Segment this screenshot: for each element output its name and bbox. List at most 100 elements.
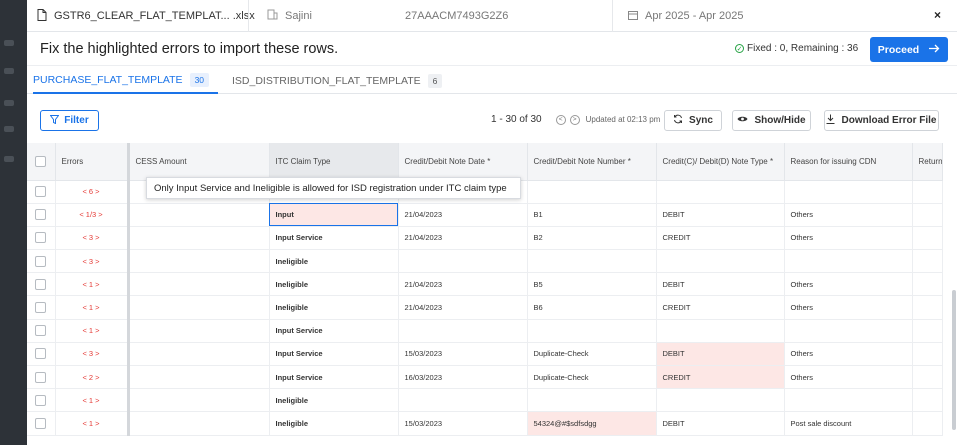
table-cell[interactable] [912,319,943,343]
table-row[interactable]: < 3 > Input Service 21/04/2023 B2 CREDIT Othe… [27,226,943,251]
table-cell[interactable] [656,319,785,343]
row-select-cell[interactable] [27,226,56,251]
table-cell[interactable]: 15/03/2023 [398,411,528,436]
table-cell[interactable] [912,411,943,436]
table-cell[interactable]: Others [784,203,913,227]
column-header[interactable]: Reason for issuing CDN [784,143,913,181]
row-select-cell[interactable] [27,411,56,436]
row-checkbox[interactable] [35,325,47,337]
table-cell[interactable] [128,365,270,390]
table-cell[interactable]: Ineligible [269,388,399,413]
table-row[interactable]: < 1 > Ineligible 15/03/2023 54324@#$sdfsdgg… [27,411,943,436]
error-count-nav[interactable]: < 1 > [55,295,130,320]
column-header[interactable]: ITC Claim Type [269,143,399,181]
column-header[interactable]: Errors [55,143,130,181]
column-header[interactable]: Credit(C)/ Debit(D) Note Type * [656,143,785,181]
row-checkbox[interactable] [35,394,47,406]
table-row[interactable]: < 2 > Input Service 16/03/2023 Duplicate-Ch… [27,365,943,390]
filter-button[interactable]: Filter [40,110,99,131]
table-cell[interactable]: Others [784,342,913,367]
table-cell[interactable] [912,388,943,413]
table-cell[interactable]: Others [784,226,913,251]
table-cell[interactable] [398,388,528,413]
row-select-cell[interactable] [27,319,56,343]
error-count-nav[interactable]: < 2 > [55,365,130,390]
table-cell[interactable]: B5 [527,272,657,297]
row-checkbox[interactable] [35,348,47,360]
table-cell[interactable]: CREDIT [656,365,785,390]
table-cell[interactable] [784,180,913,204]
row-checkbox[interactable] [35,371,47,383]
error-count-nav[interactable]: < 3 > [55,226,130,251]
row-checkbox[interactable] [35,278,47,290]
table-cell[interactable] [128,388,270,413]
table-cell[interactable]: 54324@#$sdfsdgg [527,411,657,436]
column-header[interactable]: CESS Amount [128,143,270,181]
table-cell[interactable]: 21/04/2023 [398,272,528,297]
error-count-nav[interactable]: < 1 > [55,388,130,413]
sync-button[interactable]: Sync [664,110,722,131]
table-cell[interactable]: Input [269,203,399,227]
table-cell[interactable] [527,180,657,204]
table-cell[interactable] [398,319,528,343]
table-cell[interactable]: Others [784,365,913,390]
table-cell[interactable] [527,319,657,343]
select-all-header[interactable] [27,143,56,181]
error-count-nav[interactable]: < 1 > [55,319,130,343]
table-cell[interactable]: Ineligible [269,295,399,320]
table-cell[interactable] [398,249,528,274]
table-cell[interactable] [784,319,913,343]
row-checkbox[interactable] [35,302,47,314]
table-cell[interactable] [912,249,943,274]
row-checkbox[interactable] [35,255,47,267]
table-cell[interactable]: 21/04/2023 [398,226,528,251]
table-cell[interactable] [128,249,270,274]
table-cell[interactable] [912,226,943,251]
table-cell[interactable]: Duplicate-Check [527,342,657,367]
table-row[interactable]: < 3 > Ineligible [27,249,943,274]
row-select-cell[interactable] [27,203,56,227]
table-cell[interactable] [912,203,943,227]
tab-isd-distribution-flat-template[interactable]: ISD_DISTRIBUTION_FLAT_TEMPLATE 6 [232,67,443,94]
table-cell[interactable]: Input Service [269,342,399,367]
table-cell[interactable] [912,342,943,367]
error-count-nav[interactable]: < 6 > [55,180,130,204]
table-cell[interactable] [784,388,913,413]
select-all-checkbox[interactable] [35,155,47,167]
table-cell[interactable] [527,249,657,274]
table-cell[interactable]: CREDIT [656,226,785,251]
table-cell[interactable] [656,249,785,274]
table-cell[interactable] [784,249,913,274]
table-cell[interactable] [128,203,270,227]
table-cell[interactable] [128,411,270,436]
download-error-file-button[interactable]: Download Error File [824,110,939,131]
row-select-cell[interactable] [27,249,56,274]
table-cell[interactable] [912,180,943,204]
table-cell[interactable]: B2 [527,226,657,251]
chevron-right-icon[interactable]: > [569,114,580,125]
row-select-cell[interactable] [27,272,56,297]
row-checkbox[interactable] [35,232,47,244]
table-cell[interactable] [912,295,943,320]
table-cell[interactable] [128,342,270,367]
column-header[interactable]: Credit/Debit Note Date * [398,143,528,181]
table-cell[interactable]: B1 [527,203,657,227]
row-select-cell[interactable] [27,295,56,320]
table-cell[interactable]: 21/04/2023 [398,203,528,227]
row-select-cell[interactable] [27,365,56,390]
table-cell[interactable]: Ineligible [269,249,399,274]
table-row[interactable]: < 1 > Ineligible 21/04/2023 B5 DEBIT Others [27,272,943,297]
error-count-nav[interactable]: < 3 > [55,249,130,274]
column-header[interactable]: Credit/Debit Note Number * [527,143,657,181]
error-count-nav[interactable]: < 3 > [55,342,130,367]
close-icon[interactable]: × [934,8,941,22]
table-cell[interactable] [128,295,270,320]
table-cell[interactable] [912,365,943,390]
table-cell[interactable]: 15/03/2023 [398,342,528,367]
table-row[interactable]: < 1 > Ineligible 21/04/2023 B6 CREDIT Others [27,295,943,320]
table-row[interactable]: < 1/3 > Input 21/04/2023 B1 DEBIT Others [27,203,943,227]
table-cell[interactable]: Input Service [269,319,399,343]
table-cell[interactable]: DEBIT [656,342,785,367]
row-select-cell[interactable] [27,342,56,367]
table-cell[interactable] [912,272,943,297]
